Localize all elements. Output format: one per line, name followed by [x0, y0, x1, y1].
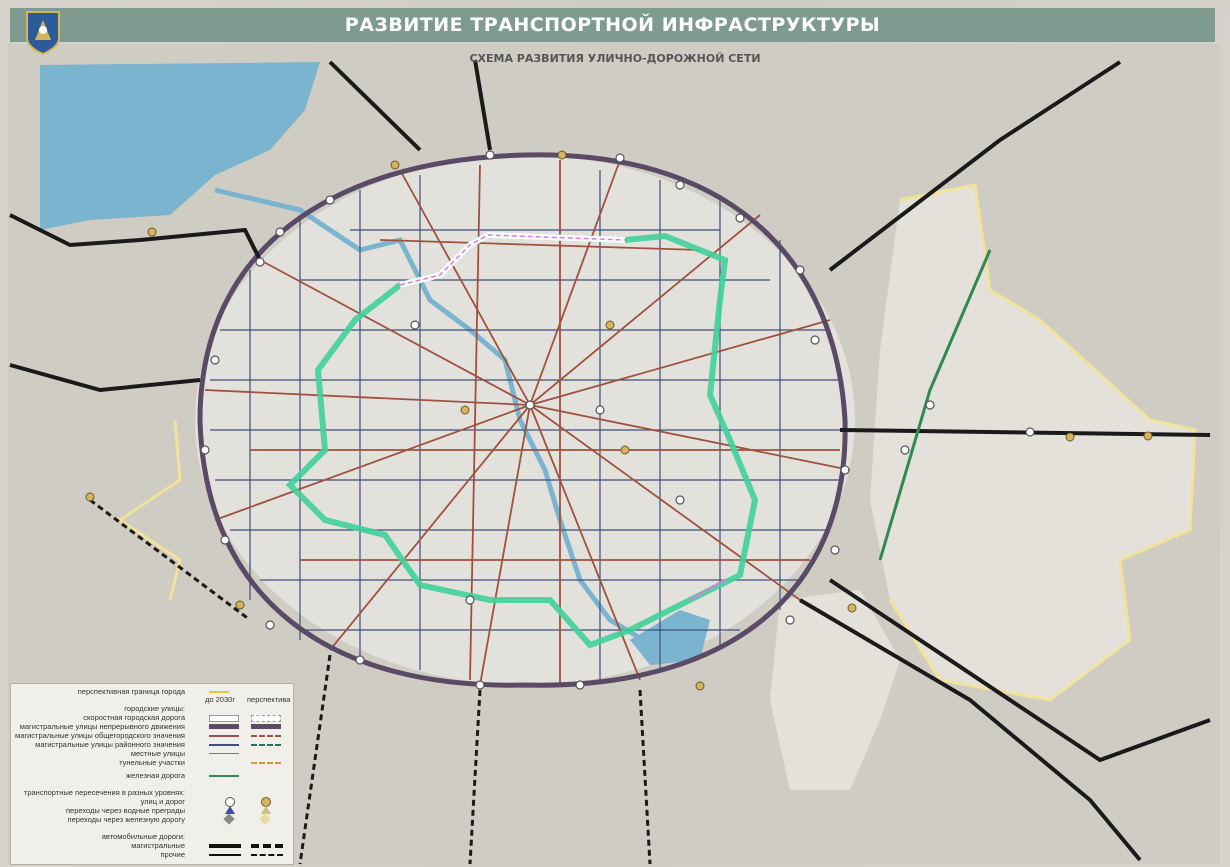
map-subtitle: СХЕМА РАЗВИТИЯ УЛИЧНО-ДОРОЖНОЙ СЕТИ — [469, 52, 761, 65]
legend-row-tunnels: тунельные участки — [11, 758, 293, 768]
legend-row-rail-crossing: переходы через железную дорогу — [11, 813, 293, 825]
map-poster: РАЗВИТИЕ ТРАНСПОРТНОЙ ИНФРАСТРУКТУРЫ СХЕ… — [0, 0, 1230, 867]
legend-row-railway: железная дорога — [11, 771, 293, 781]
title-bar: РАЗВИТИЕ ТРАНСПОРТНОЙ ИНФРАСТРУКТУРЫ — [10, 8, 1215, 42]
coat-of-arms-icon — [26, 11, 60, 56]
map-legend: до 2030г перспектива перспективная грани… — [10, 683, 294, 865]
legend-row-other-roads: прочие — [11, 850, 293, 860]
boundary-swatch — [209, 691, 229, 693]
legend-row-boundary: перспективная граница города — [11, 687, 293, 697]
page-title: РАЗВИТИЕ ТРАНСПОРТНОЙ ИНФРАСТРУКТУРЫ — [344, 14, 881, 36]
